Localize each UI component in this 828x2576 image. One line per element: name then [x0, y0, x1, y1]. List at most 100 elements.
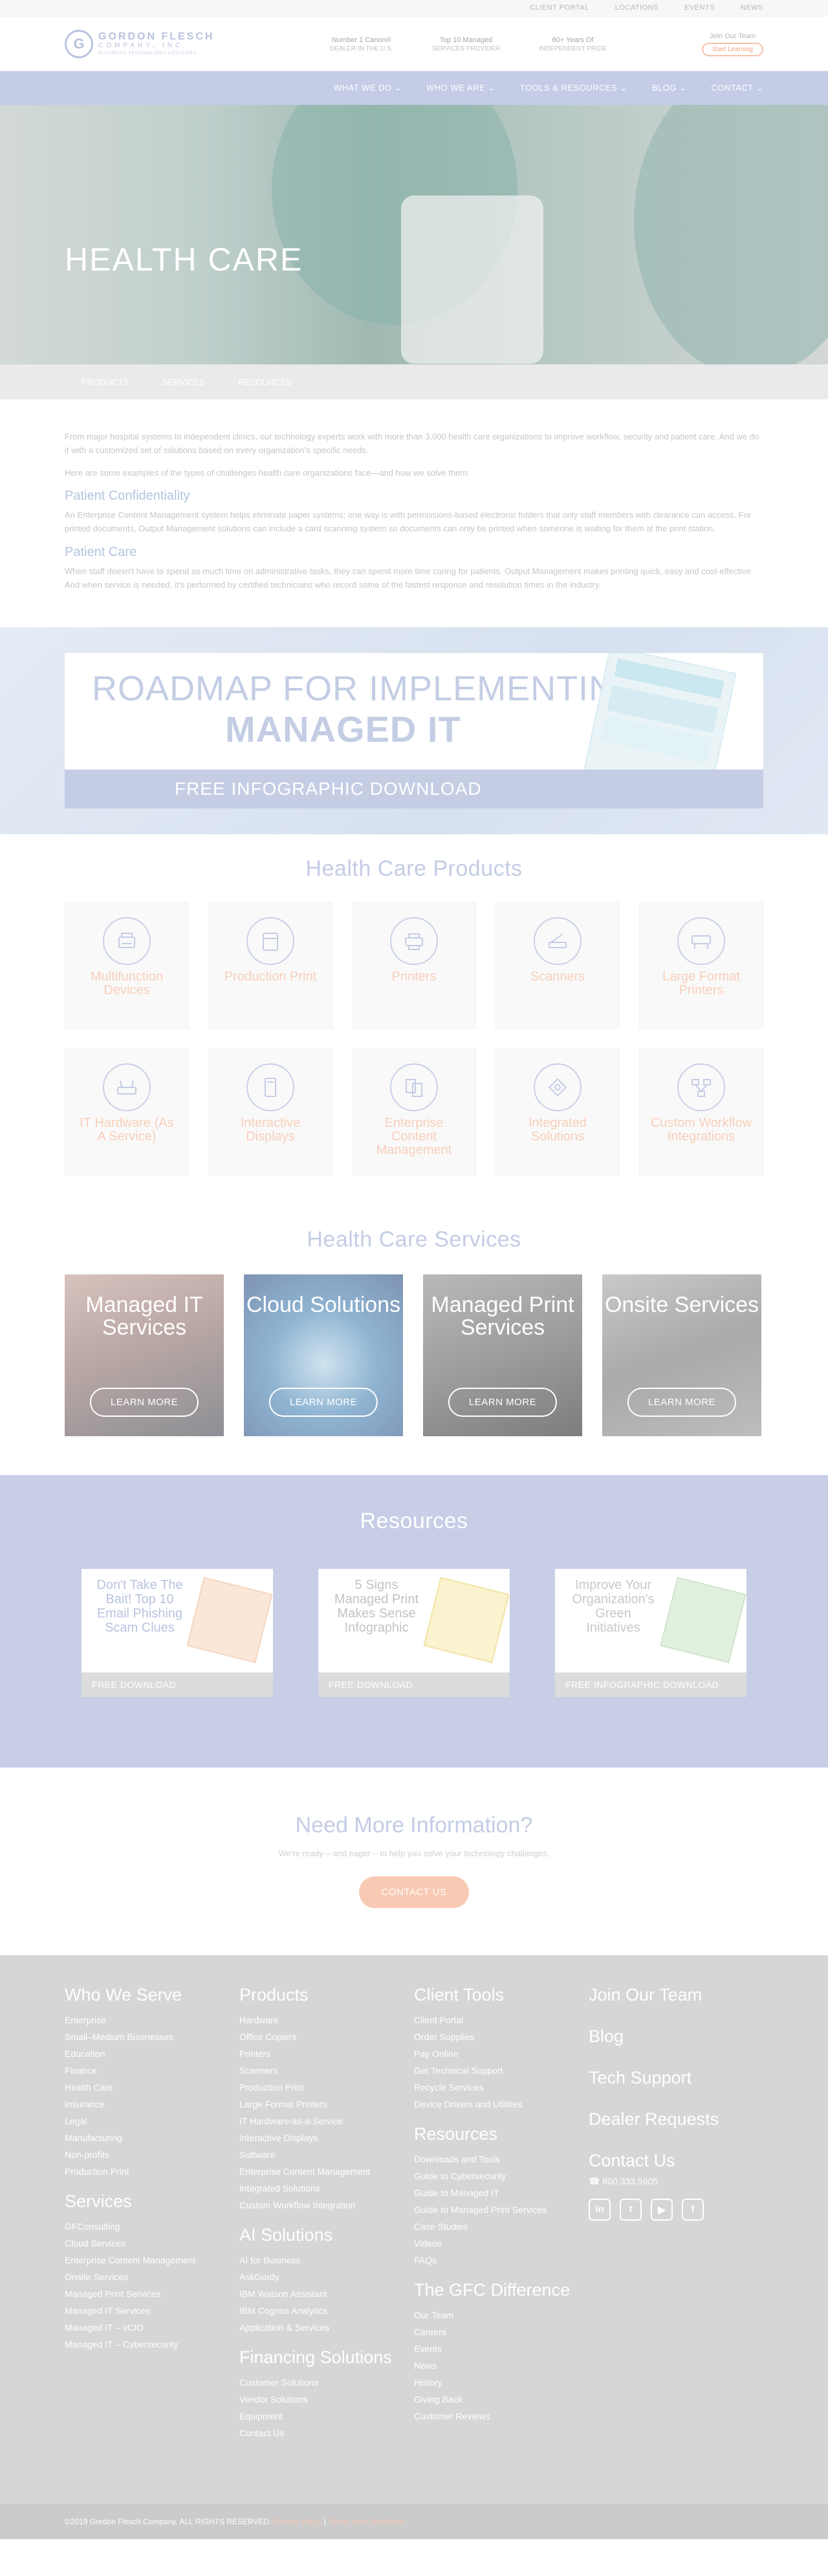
footer-link[interactable]: Giving Back: [414, 2391, 569, 2408]
footer-link[interactable]: Manufacturing: [65, 2129, 220, 2146]
privacy-policy-link[interactable]: Privacy Policy: [274, 2517, 322, 2526]
footer-link[interactable]: Small–Medium Businesses: [65, 2028, 220, 2045]
footer-link[interactable]: Custom Workflow Integration: [239, 2197, 395, 2214]
footer-link[interactable]: Device Drivers and Utilities: [414, 2096, 569, 2113]
utility-link-news[interactable]: NEWS: [741, 4, 763, 12]
service-card-managed-print[interactable]: Managed Print Services LEARN MORE: [423, 1274, 582, 1436]
youtube-icon[interactable]: ▶: [651, 2198, 673, 2221]
footer-link[interactable]: Careers: [414, 2324, 569, 2340]
footer-link[interactable]: Large Format Printers: [239, 2096, 395, 2113]
footer-link[interactable]: Vendor Solutions: [239, 2391, 395, 2408]
resource-card[interactable]: Improve Your Organization's Green Initia…: [555, 1568, 746, 1697]
footer-link[interactable]: Client Portal: [414, 2012, 569, 2028]
service-card-managed-it[interactable]: Managed IT Services LEARN MORE: [65, 1274, 224, 1436]
nav-blog[interactable]: BLOG: [652, 83, 687, 93]
footer-link[interactable]: Scanners: [239, 2062, 395, 2079]
product-tile[interactable]: IT Hardware (As A Service): [65, 1048, 189, 1175]
service-card-onsite[interactable]: Onsite Services LEARN MORE: [602, 1274, 761, 1436]
footer-link[interactable]: Printers: [239, 2045, 395, 2062]
nav-tools-resources[interactable]: TOOLS & RESOURCES: [520, 83, 627, 93]
subnav-resources[interactable]: RESOURCES: [221, 377, 308, 387]
footer-link[interactable]: Recycle Services: [414, 2079, 569, 2096]
footer-link[interactable]: Managed Print Services: [65, 2285, 220, 2302]
footer-link[interactable]: Customer Solutions: [239, 2374, 395, 2391]
footer-link[interactable]: Guide to Managed IT: [414, 2184, 569, 2201]
learn-more-button[interactable]: LEARN MORE: [89, 1387, 199, 1417]
footer-link[interactable]: Videos: [414, 2235, 569, 2252]
footer-link[interactable]: Our Team: [414, 2307, 569, 2324]
product-tile[interactable]: Enterprise Content Management: [352, 1048, 476, 1175]
product-tile[interactable]: Multifunction Devices: [65, 902, 189, 1029]
footer-link[interactable]: IBM Cognos Analytics: [239, 2302, 395, 2319]
footer-link[interactable]: Managed IT – vCIO: [65, 2319, 220, 2336]
terms-link[interactable]: Terms and Conditions: [328, 2517, 403, 2526]
footer-link[interactable]: Hardware: [239, 2012, 395, 2028]
footer-link[interactable]: Enterprise Content Management: [239, 2163, 395, 2180]
footer-link[interactable]: Insurance: [65, 2096, 220, 2113]
footer-link[interactable]: Get Technical Support: [414, 2062, 569, 2079]
footer-link[interactable]: History: [414, 2374, 569, 2391]
footer-link[interactable]: Order Supplies: [414, 2028, 569, 2045]
footer-link[interactable]: Managed IT Services: [65, 2302, 220, 2319]
footer-link[interactable]: IT Hardware-as-a-Service: [239, 2113, 395, 2129]
footer-link[interactable]: Guide to Managed Print Services: [414, 2201, 569, 2218]
twitter-icon[interactable]: t: [620, 2198, 642, 2221]
phone-number[interactable]: 800.333.5905: [602, 2176, 658, 2186]
linkedin-icon[interactable]: in: [589, 2198, 611, 2221]
footer-link[interactable]: Contact Us: [239, 2425, 395, 2441]
nav-who-we-are[interactable]: WHO WE ARE: [426, 83, 495, 93]
footer-link-blog[interactable]: Blog: [589, 2026, 763, 2047]
footer-link[interactable]: Enterprise: [65, 2012, 220, 2028]
product-tile[interactable]: Custom Workflow Integrations: [639, 1048, 763, 1175]
footer-link[interactable]: Interactive Displays: [239, 2129, 395, 2146]
product-tile[interactable]: Integrated Solutions: [496, 1048, 620, 1175]
footer-link[interactable]: Education: [65, 2045, 220, 2062]
learn-more-button[interactable]: LEARN MORE: [268, 1387, 378, 1417]
footer-link[interactable]: Guide to Cybersecurity: [414, 2168, 569, 2184]
product-tile[interactable]: Production Print: [208, 902, 332, 1029]
footer-link-tech-support[interactable]: Tech Support: [589, 2068, 763, 2088]
brand-logo[interactable]: G GORDON FLESCH COMPANY, INC. BUSINESS T…: [65, 30, 285, 58]
product-tile[interactable]: Interactive Displays: [208, 1048, 332, 1175]
footer-link[interactable]: Onsite Services: [65, 2269, 220, 2285]
learn-more-button[interactable]: LEARN MORE: [627, 1387, 737, 1417]
footer-link[interactable]: Health Care: [65, 2079, 220, 2096]
footer-link[interactable]: Office Copiers: [239, 2028, 395, 2045]
start-learning-button[interactable]: Start Learning: [702, 42, 763, 56]
footer-link[interactable]: Finance: [65, 2062, 220, 2079]
footer-link[interactable]: Application & Services: [239, 2319, 395, 2336]
product-tile[interactable]: Scanners: [496, 902, 620, 1029]
product-tile[interactable]: Large Format Printers: [639, 902, 763, 1029]
footer-link[interactable]: AI for Business: [239, 2252, 395, 2269]
contact-us-button[interactable]: CONTACT US: [359, 1876, 469, 1908]
footer-link-dealer-requests[interactable]: Dealer Requests: [589, 2109, 763, 2129]
footer-link[interactable]: Equipment: [239, 2408, 395, 2425]
utility-link-client-portal[interactable]: CLIENT PORTAL: [530, 4, 589, 12]
footer-link[interactable]: Case Studies: [414, 2218, 569, 2235]
footer-link[interactable]: Pay Online: [414, 2045, 569, 2062]
subnav-services[interactable]: SERVICES: [146, 377, 222, 387]
footer-link[interactable]: Legal: [65, 2113, 220, 2129]
facebook-icon[interactable]: f: [682, 2198, 704, 2221]
footer-link[interactable]: FAQs: [414, 2252, 569, 2269]
footer-link[interactable]: IBM Watson Assistant: [239, 2285, 395, 2302]
product-tile[interactable]: Printers: [352, 902, 476, 1029]
footer-link[interactable]: Cloud Services: [65, 2235, 220, 2252]
footer-link[interactable]: News: [414, 2357, 569, 2374]
nav-what-we-do[interactable]: WHAT WE DO: [334, 83, 402, 93]
footer-link[interactable]: Downloads and Tools: [414, 2151, 569, 2168]
nav-contact[interactable]: CONTACT: [711, 83, 763, 93]
footer-link-join-our-team[interactable]: Join Our Team: [589, 1985, 763, 2005]
footer-link-contact-us[interactable]: Contact Us: [589, 2151, 763, 2171]
learn-more-button[interactable]: LEARN MORE: [448, 1387, 558, 1417]
footer-link[interactable]: Production Print: [239, 2079, 395, 2096]
service-card-cloud[interactable]: Cloud Solutions LEARN MORE: [244, 1274, 403, 1436]
footer-link[interactable]: Enterprise Content Management: [65, 2252, 220, 2269]
footer-link[interactable]: Events: [414, 2340, 569, 2357]
utility-link-events[interactable]: EVENTS: [684, 4, 715, 12]
roadmap-banner[interactable]: ROADMAP FOR IMPLEMENTING MANAGED IT FREE…: [65, 652, 763, 808]
footer-link[interactable]: Production Print: [65, 2163, 220, 2180]
footer-link[interactable]: AskGordy: [239, 2269, 395, 2285]
footer-link[interactable]: GFConsulting: [65, 2218, 220, 2235]
footer-link[interactable]: Customer Reviews: [414, 2408, 569, 2425]
